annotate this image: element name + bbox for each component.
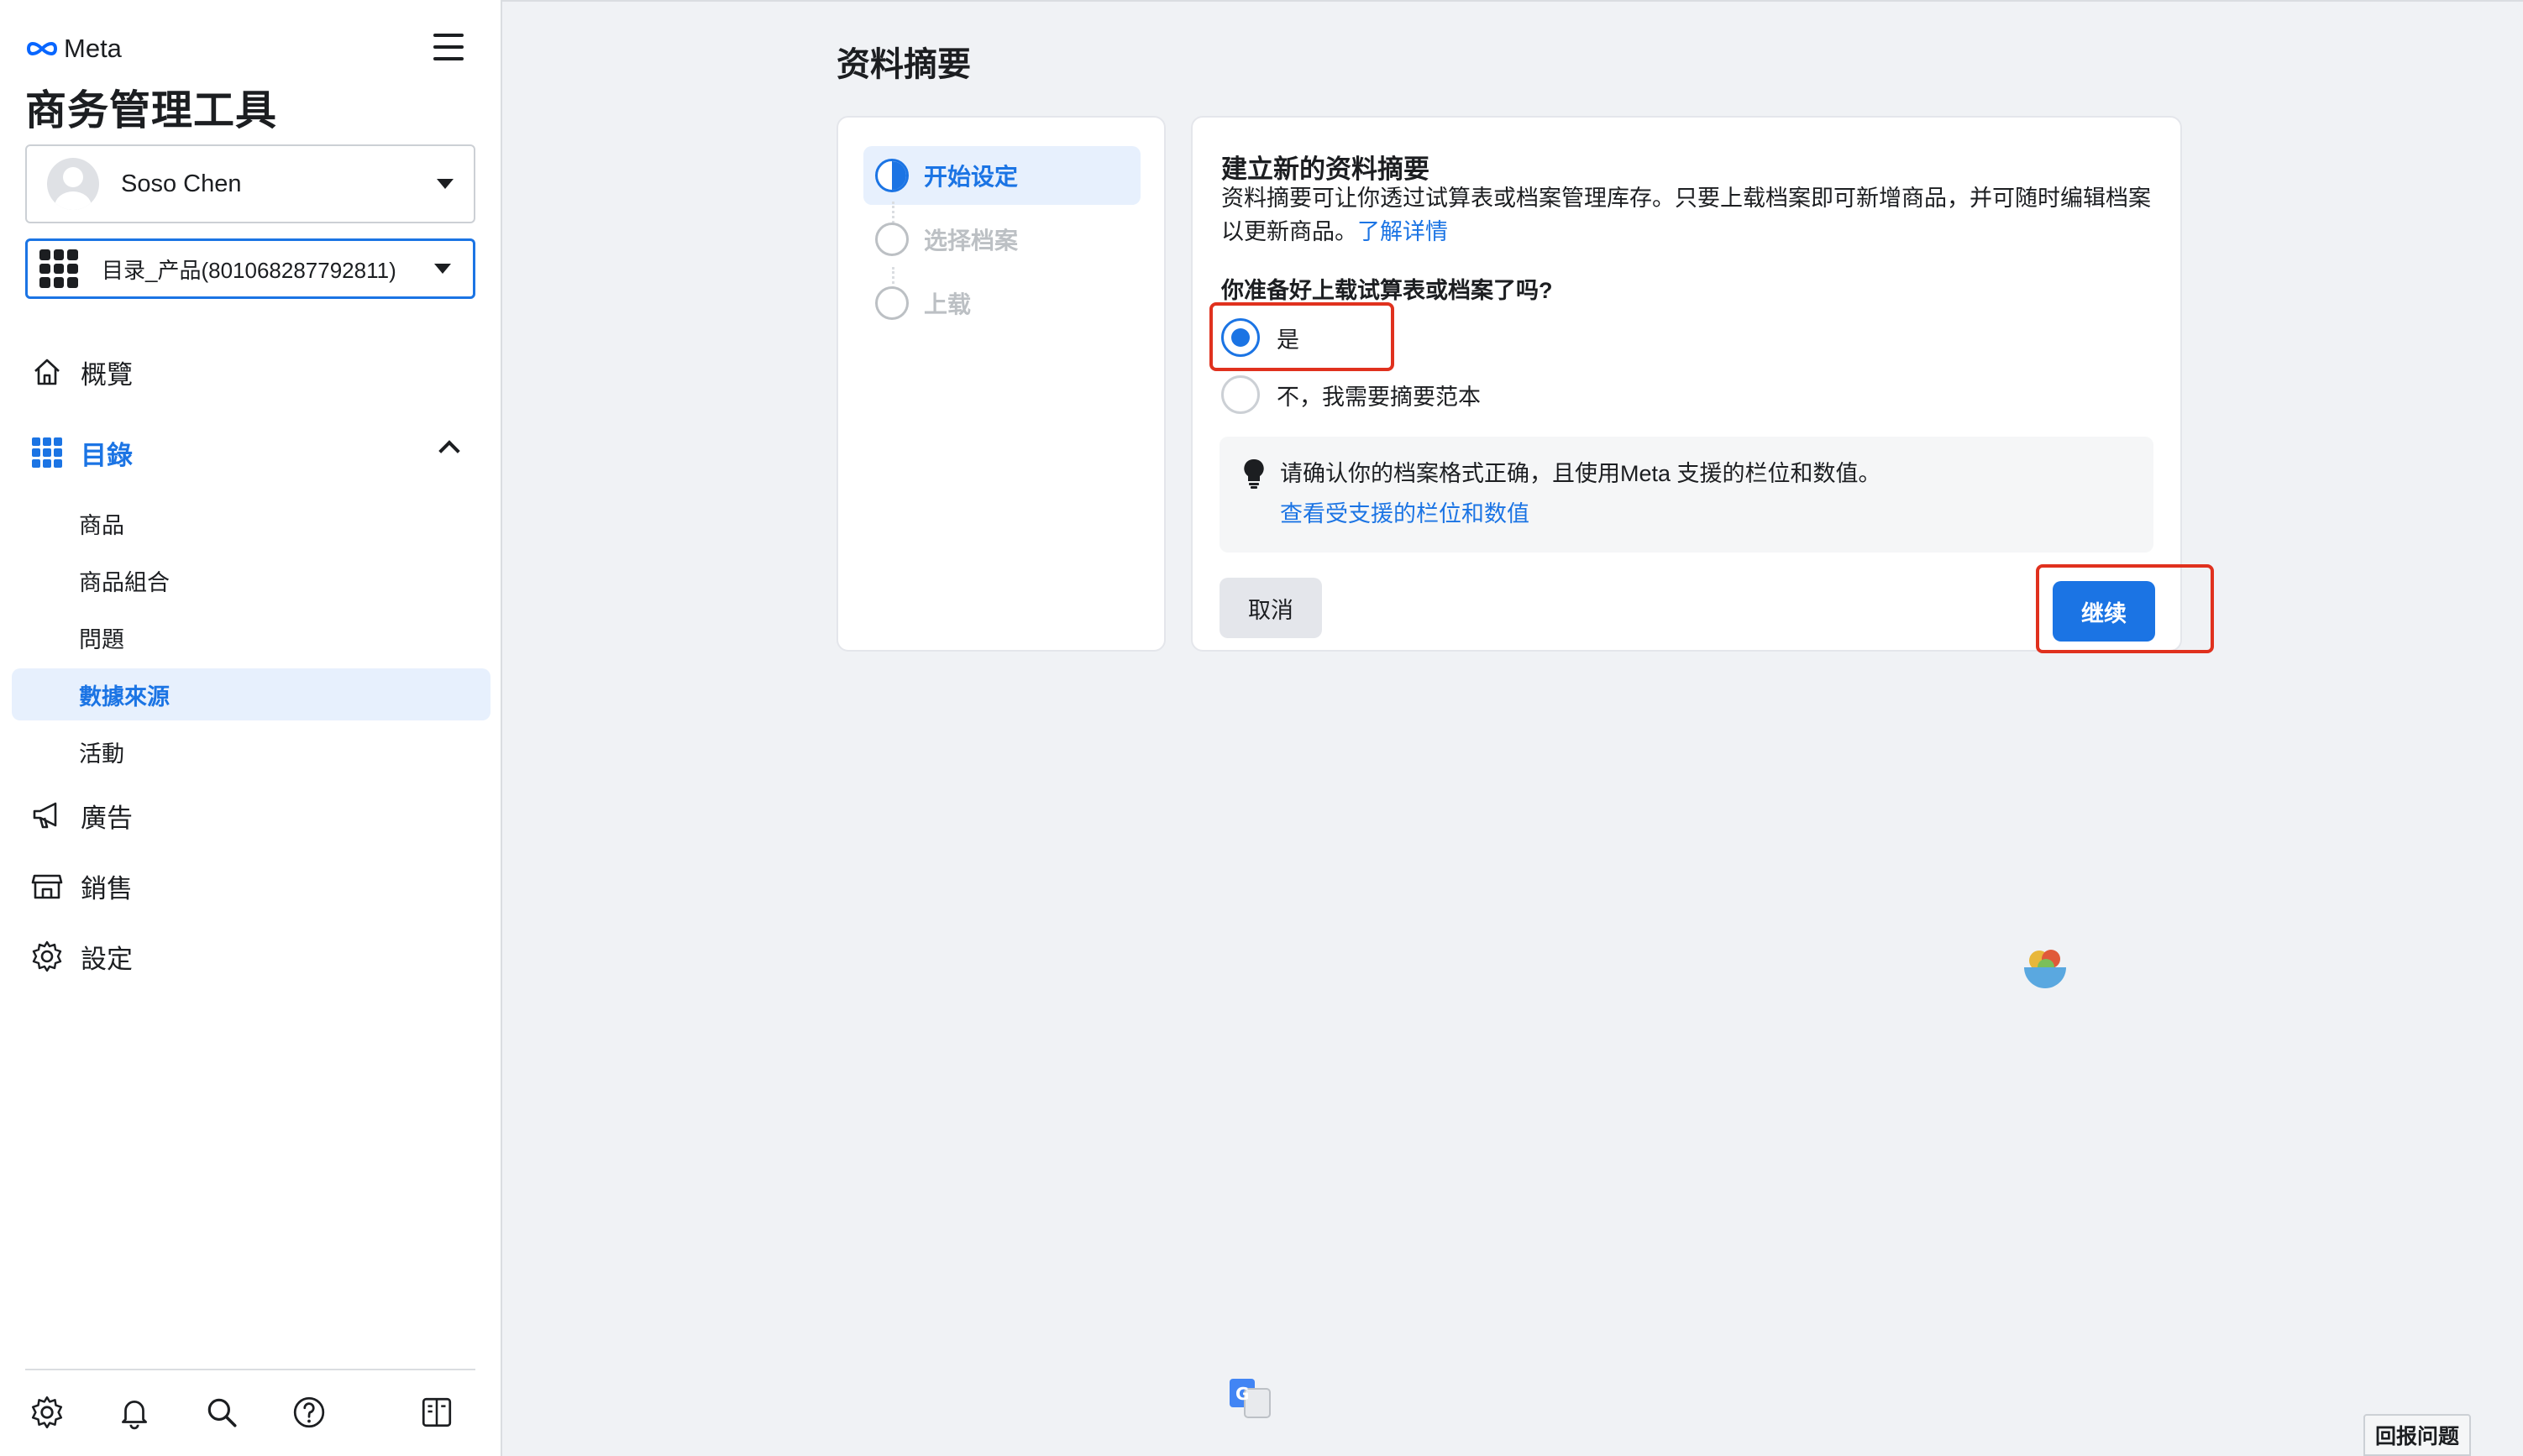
sidebar-footer [25,1391,475,1434]
sidebar-subitem-product-sets[interactable]: 商品組合 [12,554,490,606]
account-name: Soso Chen [121,170,242,197]
sidebar-item-label: 廣告 [81,803,133,833]
radio-label: 不，我需要摘要范本 [1277,384,1481,410]
search-icon[interactable] [200,1391,244,1434]
page-title: 资料摘要 [837,46,971,83]
catalog-grid-icon [39,249,78,288]
step-pending-icon [875,286,909,320]
create-feed-card: 建立新的资料摘要 资料摘要可让你透过试算表或档案管理库存。只要上载档案即可新增商… [1191,116,2214,653]
sidebar-item-label: 概覽 [81,359,133,390]
radio-button[interactable] [1221,375,1260,414]
sidebar-item-overview[interactable]: 概覽 [12,344,490,400]
sidebar-footer-divider [25,1369,475,1370]
radio-label: 是 [1277,327,1299,353]
top-divider [502,0,2523,2]
card-description: 资料摘要可让你透过试算表或档案管理库存。只要上载档案即可新增商品，并可随时编辑档… [1221,181,2162,249]
menu-icon[interactable] [430,30,467,64]
sidebar-item-ads[interactable]: 廣告 [12,788,490,843]
help-icon[interactable] [287,1391,331,1434]
floating-extension-icon[interactable] [2021,945,2069,994]
home-icon [29,354,66,390]
radio-option-yes[interactable]: 是 [1221,316,1299,359]
svg-text:G: G [1235,1384,1249,1404]
step-start-setup[interactable]: 开始设定 [863,146,1141,205]
radio-button-checked[interactable] [1221,318,1260,357]
sidebar: Meta 商务管理工具 Soso Chen 目录_产品(801068287792… [0,0,502,1456]
cancel-button[interactable]: 取消 [1220,578,1322,638]
storefront-icon [29,867,66,904]
chevron-down-icon [434,264,451,274]
app-title: 商务管理工具 [25,88,278,134]
lightbulb-icon [1244,458,1264,489]
step-upload[interactable]: 上载 [863,274,1141,333]
format-tip: 请确认你的档案格式正确，且使用Meta 支援的栏位和数值。 查看受支援的栏位和数… [1220,437,2153,553]
catalog-grid-icon [29,434,66,471]
setup-steps: 开始设定 选择档案 上载 [837,116,1166,652]
sidebar-item-label: 目錄 [81,440,133,470]
megaphone-icon [29,797,66,834]
account-switcher[interactable]: Soso Chen [25,144,475,223]
report-problem-button[interactable]: 回报问题 [2363,1414,2471,1456]
supported-fields-link[interactable]: 查看受支援的栏位和数值 [1280,495,1529,528]
avatar [47,158,99,210]
meta-logo-text: Meta [64,34,122,63]
step-label: 开始设定 [924,164,1019,190]
bell-icon[interactable] [113,1391,156,1434]
chevron-up-icon[interactable] [438,440,460,462]
sidebar-subitem-data-sources[interactable]: 數據來源 [12,668,490,720]
meta-infinity-icon [26,42,58,55]
continue-button[interactable]: 继续 [2053,581,2155,642]
card-heading: 建立新的资料摘要 [1221,155,1429,184]
panel-toggle-icon[interactable] [415,1391,459,1434]
sidebar-subitem-issues[interactable]: 問題 [12,611,490,663]
step-label: 选择档案 [924,228,1019,254]
catalog-switcher[interactable]: 目录_产品(801068287792811) [25,238,475,299]
catalog-name: 目录_产品(801068287792811) [102,257,396,283]
sidebar-item-label: 設定 [81,944,133,974]
tip-text: 请确认你的档案格式正确，且使用Meta 支援的栏位和数值。 [1280,461,1881,486]
gear-icon [29,938,66,975]
step-progress-icon [875,159,909,192]
sidebar-item-label: 銷售 [81,873,133,903]
gear-icon[interactable] [25,1391,69,1434]
sidebar-item-settings[interactable]: 設定 [12,929,490,984]
sidebar-subitem-products[interactable]: 商品 [12,497,490,549]
sidebar-item-sales[interactable]: 銷售 [12,858,490,914]
step-pending-icon [875,223,909,256]
meta-logo[interactable]: Meta [25,32,122,65]
sidebar-item-catalog[interactable]: 目錄 [12,425,490,480]
translate-icon[interactable]: G [1228,1377,1272,1421]
chevron-down-icon [437,179,454,189]
step-label: 上载 [924,291,972,317]
step-choose-file[interactable]: 选择档案 [863,210,1141,269]
sidebar-subitem-events[interactable]: 活動 [12,725,490,778]
radio-option-need-template[interactable]: 不，我需要摘要范本 [1221,373,1481,416]
upload-ready-question: 你准备好上载试算表或档案了吗? [1221,278,1553,303]
learn-more-link[interactable]: 了解详情 [1357,219,1448,244]
